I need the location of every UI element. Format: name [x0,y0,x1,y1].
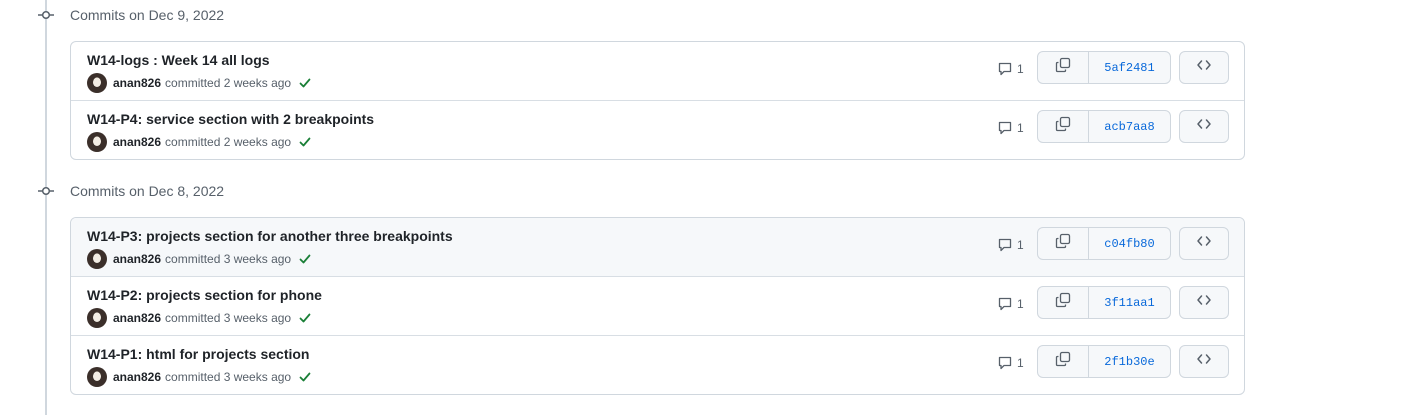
avatar[interactable] [87,73,107,93]
commit-message-link[interactable]: W14-P4: service section with 2 breakpoin… [87,111,374,127]
git-commit-icon [38,8,54,22]
commit-row: W14-P2: projects section for phone anan8… [71,276,1244,335]
author-link[interactable]: anan826 [113,76,161,90]
browse-repo-button[interactable] [1179,51,1229,84]
commit-group-title: Commits on Dec 8, 2022 [70,183,225,199]
copy-icon [1055,116,1071,137]
comment-count-link[interactable]: 1 [997,237,1024,253]
code-icon [1196,292,1212,313]
commit-row: W14-logs : Week 14 all logs anan826 comm… [71,42,1244,100]
commit-row: W14-P4: service section with 2 breakpoin… [71,100,1244,159]
sha-button-group: c04fb80 [1037,227,1171,260]
comment-count: 1 [1017,297,1024,311]
commit-time: committed 2 weeks ago [165,76,292,90]
commit-message-link[interactable]: W14-P2: projects section for phone [87,287,322,303]
avatar[interactable] [87,367,107,387]
commit-group-header: Commits on Dec 9, 2022 [0,4,300,26]
copy-icon [1055,292,1071,313]
commit-row: W14-P1: html for projects section anan82… [71,335,1244,394]
sha-button-group: 5af2481 [1037,51,1171,84]
commit-sha-link[interactable]: 3f11aa1 [1089,287,1170,318]
copy-sha-button[interactable] [1038,346,1089,377]
browse-repo-button[interactable] [1179,286,1229,319]
browse-repo-button[interactable] [1179,110,1229,143]
comment-icon [997,355,1013,371]
browse-repo-button[interactable] [1179,227,1229,260]
commit-meta: anan826 committed 2 weeks ago [87,73,313,93]
avatar[interactable] [87,308,107,328]
commit-time: committed 3 weeks ago [165,252,292,266]
comment-count-link[interactable]: 1 [997,355,1024,371]
code-icon [1196,57,1212,78]
comment-count: 1 [1017,356,1024,370]
commit-sha-link[interactable]: c04fb80 [1089,228,1170,259]
commit-list: W14-logs : Week 14 all logs anan826 comm… [70,41,1245,160]
commit-message-link[interactable]: W14-P3: projects section for another thr… [87,228,453,244]
commit-row: W14-P3: projects section for another thr… [71,218,1244,276]
check-icon[interactable] [297,134,313,150]
comment-count: 1 [1017,62,1024,76]
commit-time: committed 3 weeks ago [165,311,292,325]
commit-sha-link[interactable]: 2f1b30e [1089,346,1170,377]
commit-meta: anan826 committed 2 weeks ago [87,132,313,152]
commit-message-link[interactable]: W14-P1: html for projects section [87,346,309,362]
sha-button-group: acb7aa8 [1037,110,1171,143]
author-link[interactable]: anan826 [113,252,161,266]
comment-count-link[interactable]: 1 [997,61,1024,77]
code-icon [1196,351,1212,372]
commit-meta: anan826 committed 3 weeks ago [87,249,313,269]
avatar[interactable] [87,249,107,269]
code-icon [1196,116,1212,137]
commit-time: committed 3 weeks ago [165,370,292,384]
copy-sha-button[interactable] [1038,111,1089,142]
commit-meta: anan826 committed 3 weeks ago [87,308,313,328]
commit-message-link[interactable]: W14-logs : Week 14 all logs [87,52,270,68]
timeline-line [45,0,47,415]
code-icon [1196,233,1212,254]
commit-meta: anan826 committed 3 weeks ago [87,367,313,387]
sha-button-group: 3f11aa1 [1037,286,1171,319]
commit-sha-link[interactable]: 5af2481 [1089,52,1170,83]
commit-group-title: Commits on Dec 9, 2022 [70,7,225,23]
copy-icon [1055,233,1071,254]
copy-sha-button[interactable] [1038,52,1089,83]
copy-sha-button[interactable] [1038,228,1089,259]
comment-icon [997,237,1013,253]
commit-time: committed 2 weeks ago [165,135,292,149]
author-link[interactable]: anan826 [113,370,161,384]
comment-count-link[interactable]: 1 [997,120,1024,136]
sha-button-group: 2f1b30e [1037,345,1171,378]
check-icon[interactable] [297,369,313,385]
author-link[interactable]: anan826 [113,135,161,149]
comment-icon [997,120,1013,136]
check-icon[interactable] [297,75,313,91]
check-icon[interactable] [297,251,313,267]
check-icon[interactable] [297,310,313,326]
git-commit-icon [38,184,54,198]
avatar[interactable] [87,132,107,152]
comment-icon [997,61,1013,77]
comment-count: 1 [1017,238,1024,252]
browse-repo-button[interactable] [1179,345,1229,378]
comment-icon [997,296,1013,312]
copy-sha-button[interactable] [1038,287,1089,318]
commit-group-header: Commits on Dec 8, 2022 [0,180,300,202]
comment-count-link[interactable]: 1 [997,296,1024,312]
commit-list: W14-P3: projects section for another thr… [70,217,1245,395]
commit-sha-link[interactable]: acb7aa8 [1089,111,1170,142]
copy-icon [1055,351,1071,372]
comment-count: 1 [1017,121,1024,135]
copy-icon [1055,57,1071,78]
author-link[interactable]: anan826 [113,311,161,325]
